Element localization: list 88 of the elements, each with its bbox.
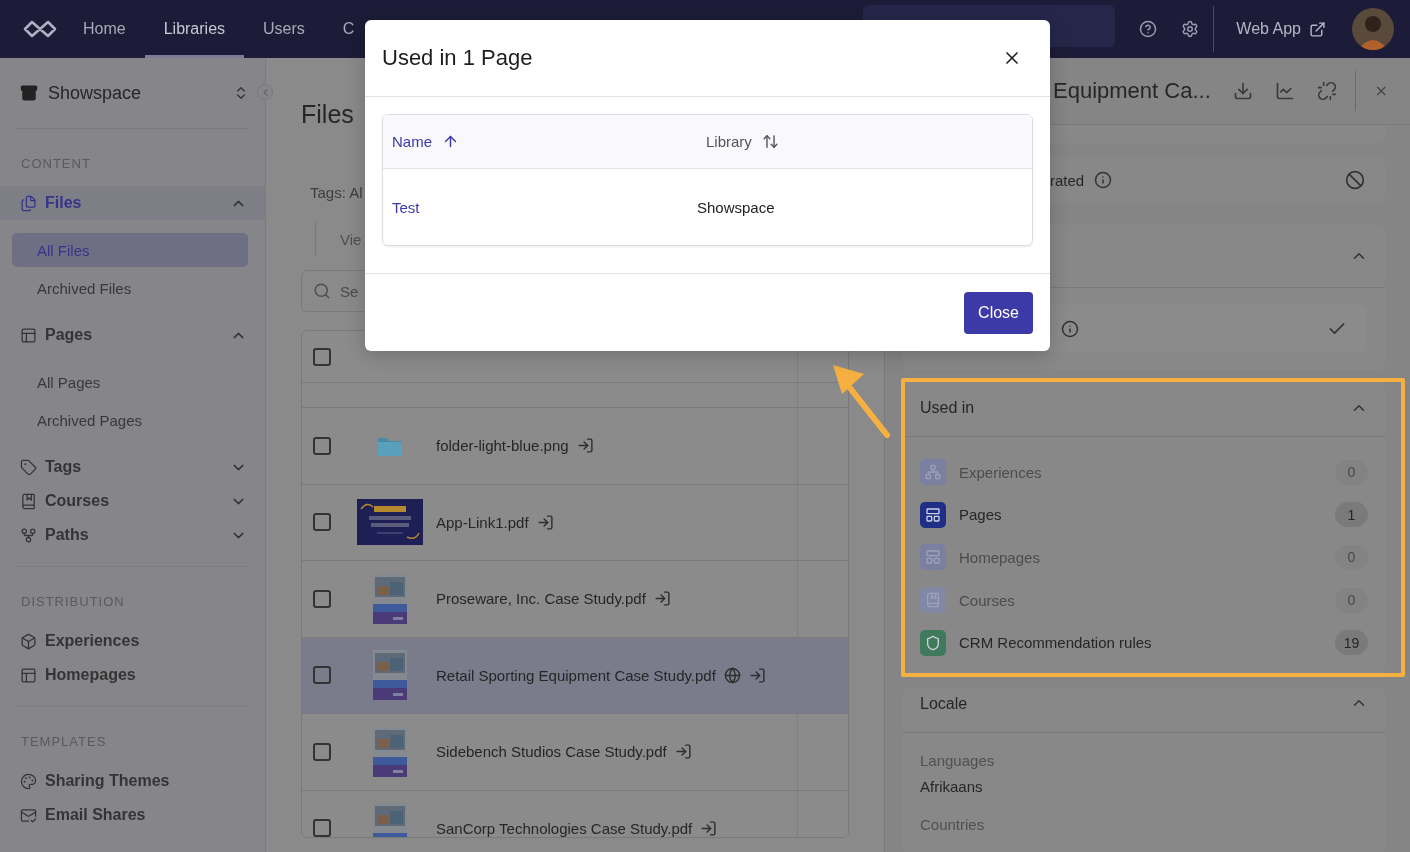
workspace-name: Showspace [48, 82, 143, 104]
file-name: folder-light-blue.png [436, 437, 569, 455]
import-icon[interactable] [674, 743, 692, 761]
search-icon [313, 282, 331, 300]
mail-icon [20, 806, 37, 824]
import-icon[interactable] [653, 590, 671, 608]
page-link[interactable]: Test [392, 198, 420, 216]
status-label: rated [1050, 171, 1085, 189]
sidebar-item[interactable]: Tags [0, 450, 265, 484]
column-header[interactable]: Name [383, 133, 459, 150]
sidebar-item[interactable]: Experiences [0, 624, 265, 658]
sidebar-subitem[interactable]: Archived Files [12, 271, 248, 305]
checkbox[interactable] [313, 513, 331, 532]
sidebar-item[interactable]: Email Shares [0, 798, 265, 832]
checkbox[interactable] [313, 742, 331, 761]
file-name: Retail Sporting Equipment Case Study.pdf [436, 666, 716, 684]
sidebar-item[interactable]: Pages [0, 318, 265, 352]
sidebar-item[interactable]: Homepages [0, 658, 265, 692]
avatar[interactable] [1352, 8, 1394, 50]
dialog-title: Used in 1 Page [382, 45, 534, 71]
count-badge: 1 [1335, 502, 1368, 528]
files-icon [20, 194, 37, 212]
sidebar-subitem[interactable]: All Pages [12, 365, 248, 399]
help-icon[interactable] [1139, 20, 1158, 38]
view-toggle[interactable]: Vie [340, 230, 362, 248]
info-icon[interactable] [1061, 319, 1079, 338]
sidebar-item[interactable]: Files [0, 186, 265, 220]
sidebar-subitem[interactable]: All Files [12, 233, 248, 267]
checkbox[interactable] [313, 819, 331, 837]
sidebar-item[interactable]: Courses [0, 484, 265, 518]
file-row[interactable]: Retail Sporting Equipment Case Study.pdf [302, 637, 848, 714]
import-icon[interactable] [700, 819, 718, 837]
tag-icon [20, 458, 37, 476]
count-badge: 19 [1335, 630, 1368, 656]
page-title: Files [301, 99, 355, 130]
sort-up-icon [442, 133, 459, 150]
external-link-icon [1309, 20, 1326, 38]
checkbox[interactable] [313, 666, 331, 685]
download-icon[interactable] [1232, 81, 1253, 101]
field-value: Afrikaans [920, 776, 984, 797]
close-button[interactable]: Close [964, 292, 1033, 334]
usage-row[interactable]: Pages 1 [920, 493, 1368, 537]
usage-label: Courses [959, 591, 1016, 609]
sort-icon [761, 133, 779, 150]
logo-icon[interactable] [22, 19, 58, 39]
section-title: Locale [920, 693, 969, 714]
chart-icon[interactable] [1274, 81, 1295, 101]
file-name: SanCorp Technologies Case Study.pdf [436, 819, 693, 837]
book-icon [20, 492, 37, 510]
import-icon[interactable] [576, 437, 594, 455]
usage-row[interactable]: CRM Recommendation rules 19 [920, 621, 1368, 664]
file-name: Proseware, Inc. Case Study.pdf [436, 590, 646, 608]
web-app-link[interactable]: Web App [1236, 0, 1326, 58]
section-title: Used in [920, 398, 976, 418]
column-header[interactable]: Library [697, 133, 779, 150]
palette-icon [20, 772, 37, 790]
import-icon[interactable] [748, 666, 766, 684]
usage-label: Experiences [959, 463, 1043, 481]
table-cell: Showspace [697, 198, 775, 216]
nav-tab[interactable]: Home [64, 0, 145, 58]
checkbox[interactable] [313, 589, 331, 608]
sidebar-item[interactable]: Sharing Themes [0, 764, 265, 798]
cube-icon [20, 632, 37, 650]
checkbox[interactable] [313, 347, 331, 366]
sidebar-subitem[interactable]: Archived Pages [12, 403, 248, 437]
settings-icon[interactable] [1181, 20, 1200, 38]
archive-icon [20, 84, 38, 102]
file-name: App-Link1.pdf [436, 513, 529, 531]
checkbox[interactable] [313, 436, 331, 455]
panel-title: Equipment Ca... [1052, 78, 1211, 104]
layout-icon [20, 666, 37, 684]
usage-label: Homepages [959, 549, 1041, 566]
layout-icon [20, 326, 37, 344]
field-label: Languages [920, 750, 996, 771]
count-badge: 0 [1335, 587, 1368, 613]
usage-label: CRM Recommendation rules [959, 634, 1153, 652]
count-badge: 0 [1335, 545, 1368, 570]
count-badge: 0 [1335, 459, 1368, 485]
file-name: Sidebench Studios Case Study.pdf [436, 743, 667, 761]
fork-icon [20, 526, 37, 544]
nav-tab[interactable]: Users [244, 0, 324, 58]
info-icon[interactable] [1094, 171, 1113, 189]
sidebar-item[interactable]: Paths [0, 518, 265, 552]
blocked-icon [1345, 170, 1365, 190]
field-label: Countries [920, 814, 986, 835]
unlink-icon[interactable] [1316, 81, 1337, 101]
import-icon[interactable] [536, 513, 554, 531]
usage-label: Pages [959, 506, 1003, 524]
